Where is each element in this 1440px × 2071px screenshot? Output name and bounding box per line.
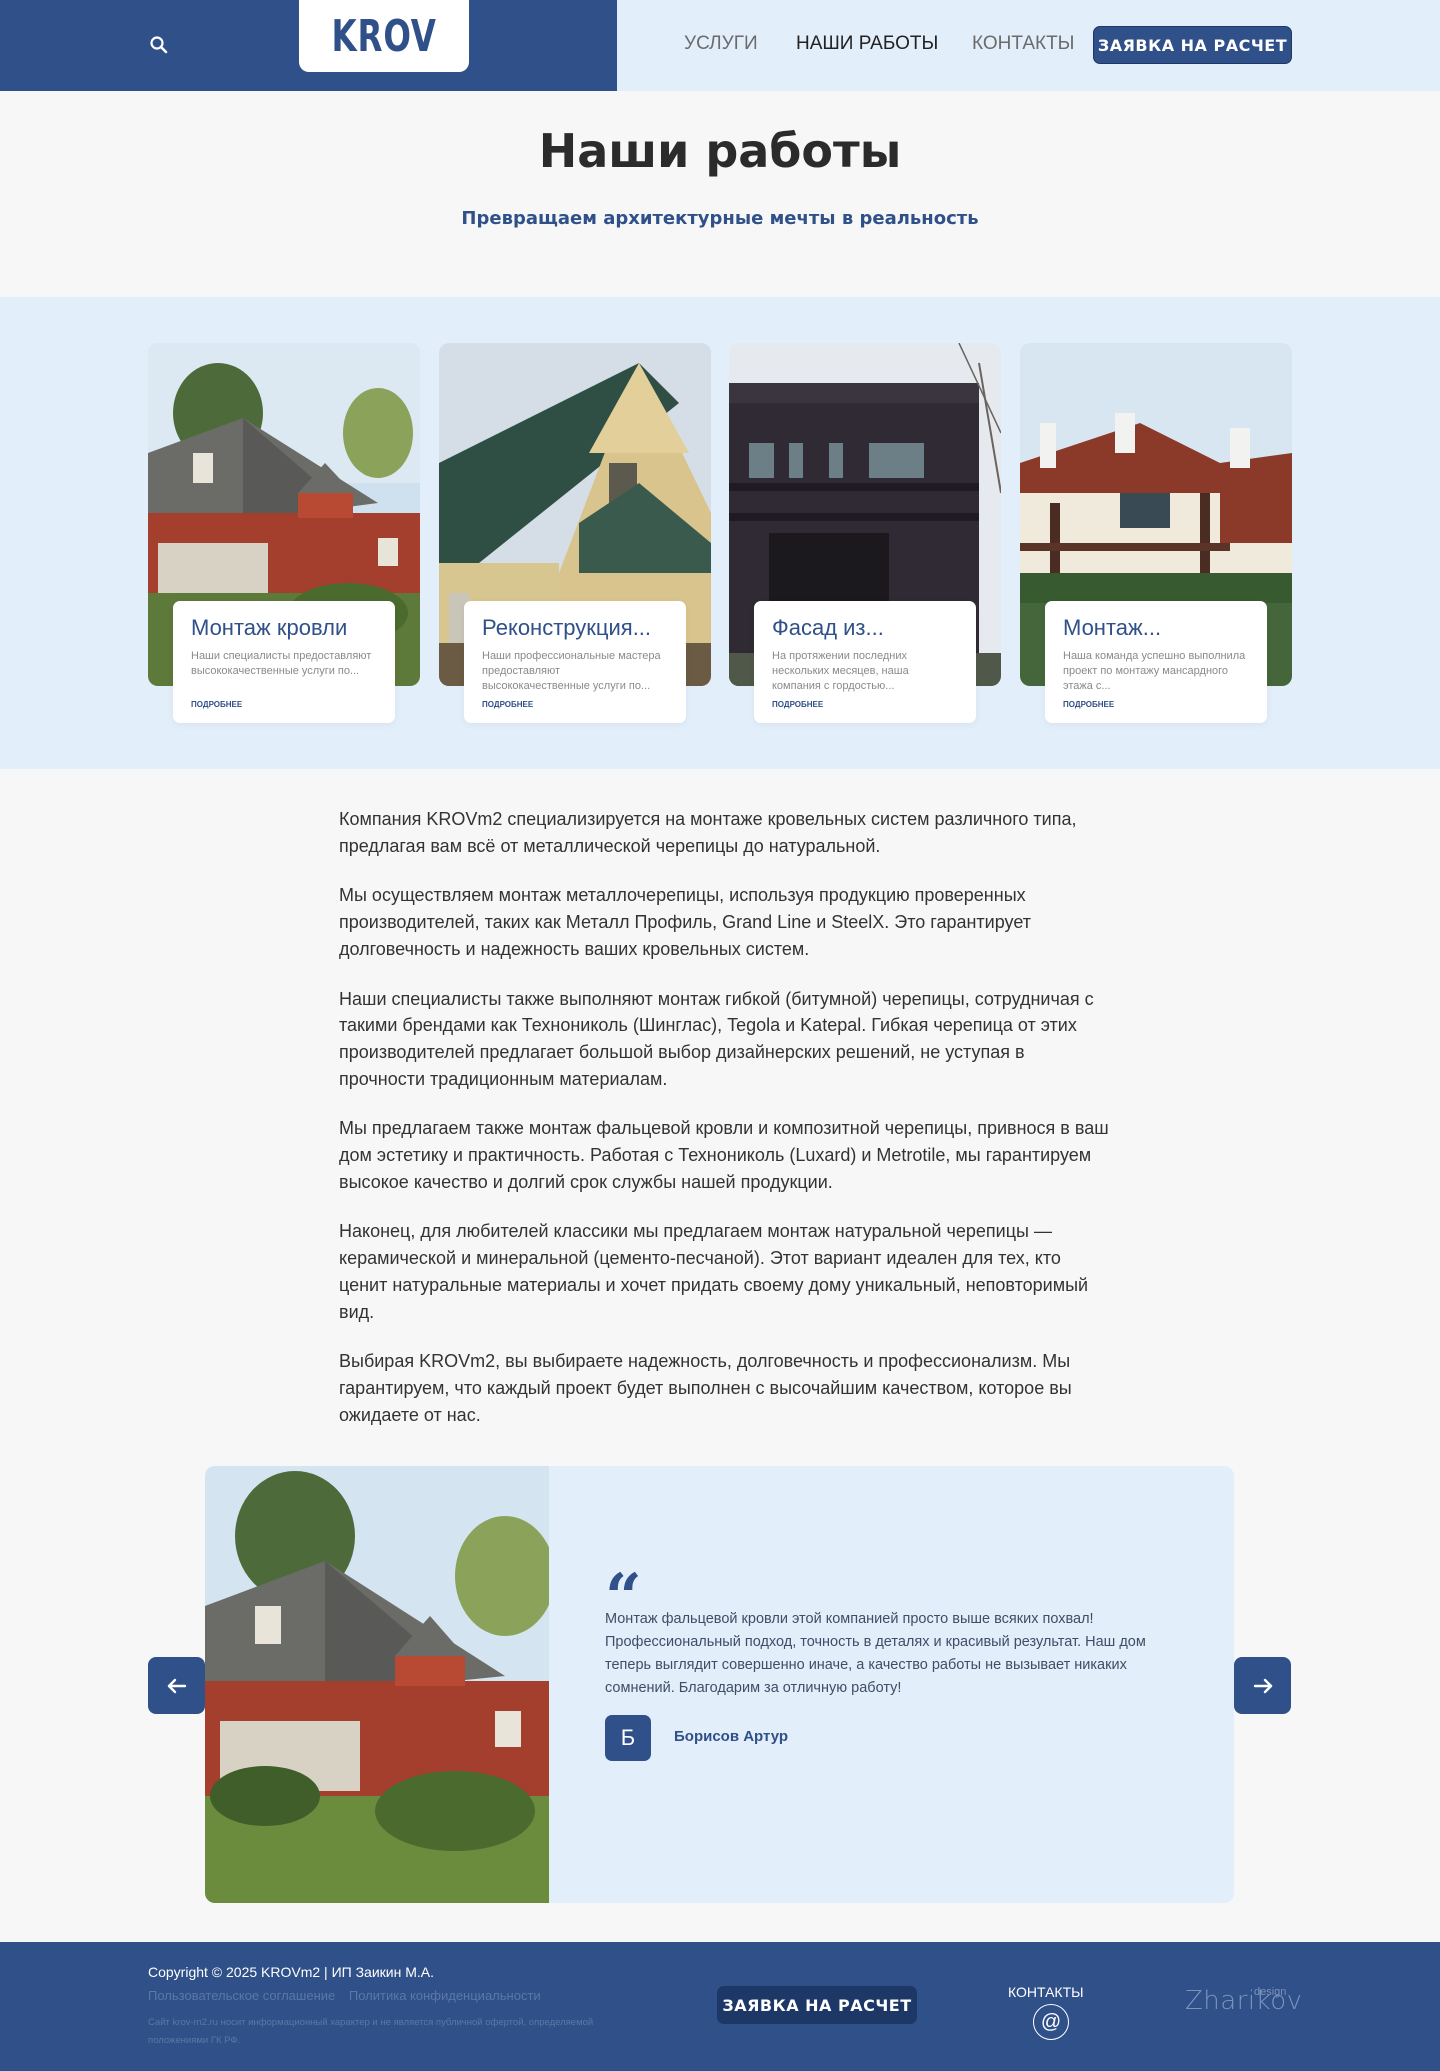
card-title: Реконструкция...	[482, 615, 652, 640]
logo[interactable]: KROV	[299, 0, 469, 72]
logo-text: KROV	[331, 10, 437, 62]
arrow-right-icon	[1253, 1678, 1272, 1693]
footer-links: Пользовательское соглашение Политика кон…	[148, 1988, 551, 2003]
review-house-photo	[205, 1466, 549, 1903]
at-icon[interactable]: @	[1033, 2004, 1069, 2040]
work-card-2[interactable]: Реконструкция... Наши профессиональные м…	[464, 601, 686, 723]
arrow-left-icon	[167, 1678, 186, 1693]
about-paragraph: Мы предлагаем также монтаж фальцевой кро…	[339, 1118, 1109, 1192]
avatar: Б	[605, 1715, 651, 1761]
card-title: Монтаж...	[1063, 615, 1162, 640]
about-paragraph: Наши специалисты также выполняют монтаж …	[339, 988, 1094, 1089]
card-more-link[interactable]: ПОДРОБНЕЕ	[482, 700, 668, 709]
review-author: Борисов Артур	[674, 1728, 789, 1745]
prev-review-button[interactable]	[148, 1657, 205, 1714]
request-quote-button[interactable]: ЗАЯВКА НА РАСЧЕТ	[1093, 26, 1292, 64]
next-review-button[interactable]	[1234, 1657, 1291, 1714]
card-description: На протяжении последних нескольких месяц…	[772, 650, 909, 692]
about-paragraph: Выбирая KROVm2, вы выбираете надежность,…	[339, 1351, 1072, 1425]
privacy-link[interactable]: Политика конфиденциальности	[349, 1988, 541, 2003]
work-card-4[interactable]: Монтаж... Наша команда успешно выполнила…	[1045, 601, 1267, 723]
about-text: Компания KROVm2 специализируется на монт…	[339, 806, 1109, 1451]
page-subtitle: Превращаем архитектурные мечты в реально…	[461, 208, 979, 229]
review-text: Монтаж фальцевой кровли этой компанией п…	[605, 1611, 1146, 1696]
card-more-link[interactable]: ПОДРОБНЕЕ	[772, 700, 958, 709]
footer-contacts-label: КОНТАКТЫ	[1008, 1984, 1084, 2000]
site-header: KROV УСЛУГИ НАШИ РАБОТЫ КОНТАКТЫ ЗАЯВКА …	[0, 0, 1440, 91]
designer-logo-sup: design	[1254, 1986, 1287, 1998]
card-more-link[interactable]: ПОДРОБНЕЕ	[1063, 700, 1249, 709]
terms-link[interactable]: Пользовательское соглашение	[148, 1988, 335, 2003]
copyright: Copyright © 2025 KROVm2 | ИП Заикин М.А.	[148, 1964, 435, 1980]
card-description: Наша команда успешно выполнила проект по…	[1063, 650, 1246, 692]
card-title: Монтаж кровли	[191, 615, 348, 640]
review-slide: “ Монтаж фальцевой кровли этой компанией…	[205, 1466, 1234, 1903]
card-description: Наши профессиональные мастера предоставл…	[482, 650, 661, 692]
nav-item-services[interactable]: УСЛУГИ	[684, 24, 758, 64]
about-paragraph: Наконец, для любителей классики мы предл…	[339, 1221, 1089, 1322]
footer-request-button[interactable]: ЗАЯВКА НА РАСЧЕТ	[717, 1986, 917, 2024]
about-paragraph: Мы осуществляем монтаж металлочерепицы, …	[339, 885, 1031, 959]
site-footer: Copyright © 2025 KROVm2 | ИП Заикин М.А.…	[0, 1942, 1440, 2071]
card-description: Наши специалисты предоставляют высококач…	[191, 650, 372, 677]
nav-item-contacts[interactable]: КОНТАКТЫ	[972, 24, 1075, 64]
disclaimer: Сайт krov-m2.ru носит информационный хар…	[148, 2017, 594, 2046]
card-more-link[interactable]: ПОДРОБНЕЕ	[191, 700, 377, 709]
page-title: Наши работы	[538, 124, 902, 178]
about-paragraph: Компания KROVm2 специализируется на монт…	[339, 809, 1077, 856]
card-title: Фасад из...	[772, 615, 884, 640]
nav-item-works[interactable]: НАШИ РАБОТЫ	[796, 24, 938, 64]
work-card-3[interactable]: Фасад из... На протяжении последних неск…	[754, 601, 976, 723]
work-card-1[interactable]: Монтаж кровли Наши специалисты предостав…	[173, 601, 395, 723]
search-icon[interactable]	[146, 32, 172, 58]
